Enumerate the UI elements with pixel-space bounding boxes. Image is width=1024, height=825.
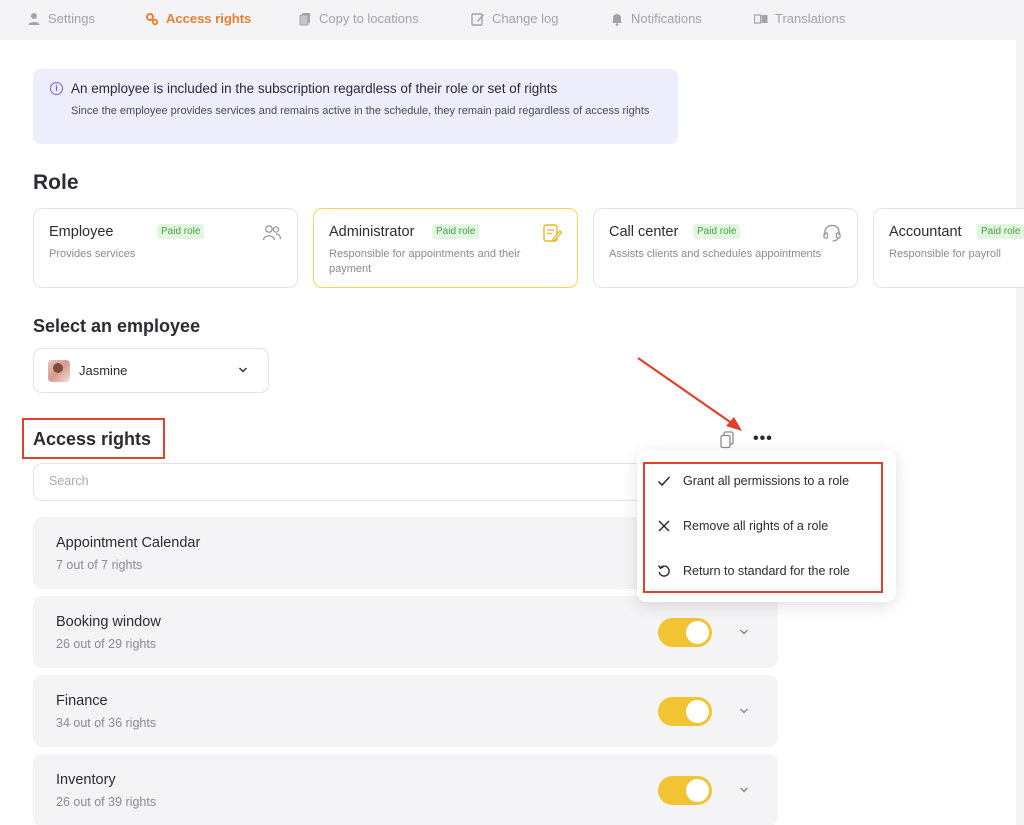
- tab-settings[interactable]: Settings: [27, 11, 95, 26]
- chevron-down-icon[interactable]: [739, 706, 749, 716]
- tab-access-rights[interactable]: Access rights: [145, 11, 251, 26]
- rights-count: 26 out of 29 rights: [56, 637, 157, 651]
- info-banner: i An employee is included in the subscri…: [33, 69, 678, 144]
- users-icon: [262, 225, 282, 241]
- tab-notifications-label: Notifications: [631, 11, 702, 26]
- tab-copy-to-locations-label: Copy to locations: [319, 11, 419, 26]
- role-heading: Role: [33, 171, 79, 194]
- edit-icon: [471, 12, 484, 26]
- rights-toggle[interactable]: [658, 776, 712, 805]
- search-field[interactable]: [33, 463, 673, 501]
- role-name: Call center: [609, 224, 679, 240]
- search-input[interactable]: [49, 474, 649, 488]
- headset-icon: [823, 224, 841, 242]
- rights-group-name: Finance: [56, 693, 108, 709]
- copy-icon: [299, 12, 310, 25]
- translate-icon: [754, 13, 768, 24]
- more-options-icon[interactable]: •••: [753, 431, 773, 447]
- toggle-knob: [686, 700, 709, 723]
- select-employee-heading: Select an employee: [33, 316, 201, 336]
- tab-translations[interactable]: Translations: [754, 11, 845, 26]
- toggle-knob: [686, 621, 709, 644]
- rights-row-finance[interactable]: Finance 34 out of 36 rights: [33, 675, 778, 747]
- rights-count: 7 out of 7 rights: [56, 558, 143, 572]
- role-card-accountant[interactable]: Accountant Paid role Responsible for pay…: [873, 208, 1024, 288]
- tab-translations-label: Translations: [775, 11, 846, 26]
- rights-row-booking-window[interactable]: Booking window 26 out of 29 rights: [33, 596, 778, 668]
- chevron-down-icon: [239, 367, 247, 373]
- banner-text: Since the employee provides services and…: [71, 105, 650, 117]
- tab-settings-label: Settings: [48, 11, 95, 26]
- rights-count: 34 out of 36 rights: [56, 716, 157, 730]
- tab-change-log-label: Change log: [492, 11, 559, 26]
- role-description: Assists clients and schedules appointmen…: [609, 248, 822, 260]
- chevron-down-icon[interactable]: [739, 785, 749, 795]
- bell-icon: [612, 13, 622, 26]
- info-icon: i: [50, 82, 63, 95]
- paid-role-badge: Paid role: [157, 224, 205, 239]
- avatar: [48, 360, 70, 382]
- employee-select[interactable]: Jasmine: [33, 348, 269, 393]
- role-description: Responsible for appointments and their p…: [329, 248, 521, 275]
- copy-rights-icon[interactable]: [719, 431, 735, 449]
- rights-group-name: Appointment Calendar: [56, 535, 201, 551]
- toggle-knob: [686, 779, 709, 802]
- role-card-call-center[interactable]: Call center Paid role Assists clients an…: [593, 208, 858, 288]
- rights-toggle[interactable]: [658, 618, 712, 647]
- tab-change-log[interactable]: Change log: [471, 11, 559, 26]
- role-name: Employee: [49, 224, 114, 240]
- rights-toggle[interactable]: [658, 697, 712, 726]
- chevron-down-icon[interactable]: [739, 627, 749, 637]
- paid-role-badge: Paid role: [432, 224, 480, 239]
- employee-name: Jasmine: [79, 363, 128, 378]
- banner-title: An employee is included in the subscript…: [71, 81, 558, 96]
- user-icon: [28, 12, 40, 25]
- tab-access-rights-label: Access rights: [166, 11, 252, 26]
- notepad-edit-icon: [543, 224, 562, 242]
- role-card-administrator[interactable]: Administrator Paid role Responsible for …: [313, 208, 578, 288]
- paid-role-badge: Paid role: [977, 224, 1024, 239]
- tab-copy-to-locations[interactable]: Copy to locations: [298, 11, 419, 26]
- tab-notifications[interactable]: Notifications: [610, 11, 702, 26]
- paid-role-badge: Paid role: [693, 224, 741, 239]
- rights-group-name: Booking window: [56, 614, 161, 630]
- role-name: Accountant: [889, 224, 962, 240]
- top-tabs-bar: Settings Access rights Copy to locations…: [0, 0, 1016, 40]
- role-card-employee[interactable]: Employee Paid role Provides services: [33, 208, 298, 288]
- role-description: Responsible for payroll: [889, 248, 1001, 260]
- annotation-box-heading: [22, 418, 165, 459]
- rights-count: 26 out of 39 rights: [56, 795, 157, 809]
- role-name: Administrator: [329, 224, 415, 240]
- annotation-box-menu: [643, 462, 883, 593]
- role-description: Provides services: [49, 248, 136, 260]
- rights-group-name: Inventory: [56, 772, 116, 788]
- rights-row-inventory[interactable]: Inventory 26 out of 39 rights: [33, 754, 778, 825]
- page-edge: [1016, 0, 1024, 825]
- gears-icon: [146, 12, 159, 25]
